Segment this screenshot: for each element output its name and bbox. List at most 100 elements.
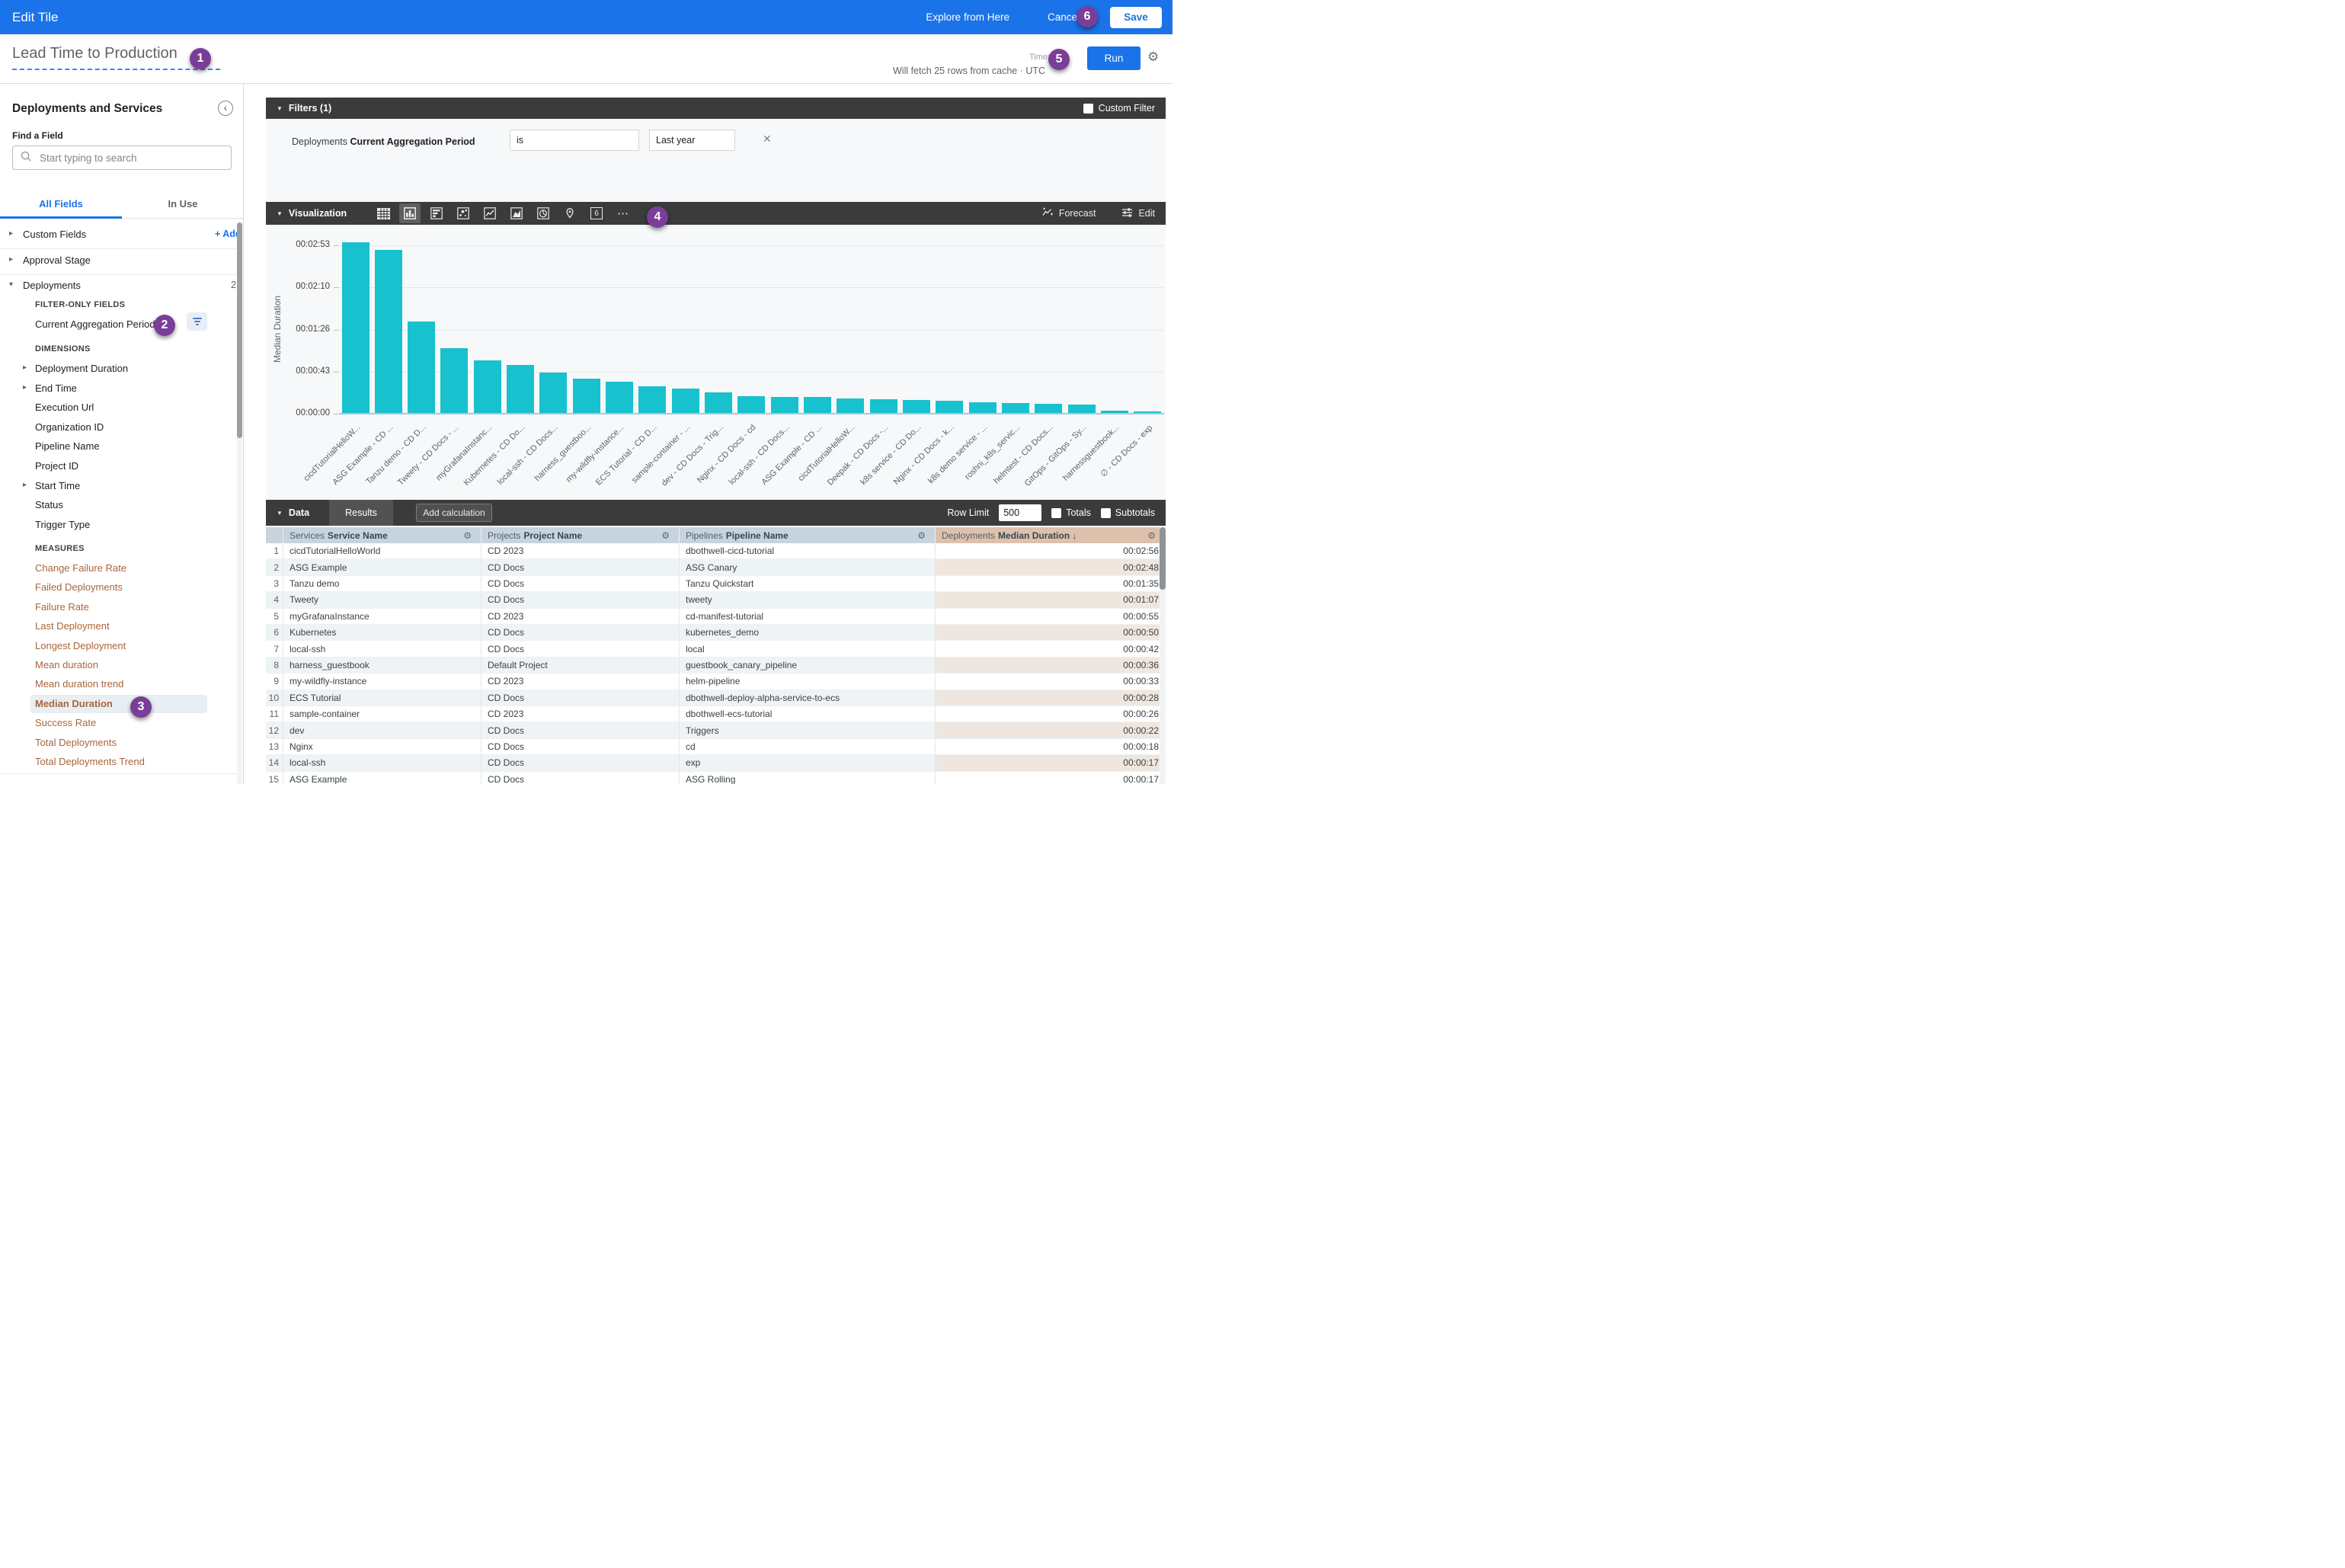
data-header[interactable]: Data: [289, 507, 309, 518]
chart-bar[interactable]: [870, 399, 897, 413]
forecast-button[interactable]: Forecast: [1042, 207, 1096, 219]
column-header-service-name[interactable]: ServicesService Name⚙: [283, 527, 481, 543]
chart-bar[interactable]: [408, 322, 435, 413]
table-cell[interactable]: CD Docs: [481, 739, 680, 755]
measure-median-duration[interactable]: Median Duration: [0, 696, 238, 713]
pie-chart-icon[interactable]: [533, 203, 554, 223]
table-cell[interactable]: CD 2023: [481, 706, 680, 722]
filter-by-field-button[interactable]: [187, 312, 207, 331]
table-cell[interactable]: dbothwell-deploy-alpha-service-to-ecs: [680, 690, 936, 706]
table-cell[interactable]: cd: [680, 739, 936, 755]
remove-filter-icon[interactable]: ✕: [763, 133, 772, 146]
table-cell[interactable]: harness_guestbook: [283, 658, 481, 674]
table-cell[interactable]: dbothwell-cicd-tutorial: [680, 543, 936, 559]
table-cell[interactable]: ASG Example: [283, 772, 481, 784]
bar-chart-icon[interactable]: [426, 203, 447, 223]
chart-bar[interactable]: [1035, 404, 1062, 413]
table-cell[interactable]: CD Docs: [481, 641, 680, 657]
table-cell[interactable]: kubernetes_demo: [680, 625, 936, 641]
caret-down-icon[interactable]: ▼: [277, 105, 283, 112]
area-chart-icon[interactable]: [506, 203, 527, 223]
chart-bar[interactable]: [474, 360, 501, 413]
caret-down-icon[interactable]: ▼: [277, 210, 283, 217]
table-cell[interactable]: dbothwell-ecs-tutorial: [680, 706, 936, 722]
line-chart-icon[interactable]: [479, 203, 501, 223]
table-cell[interactable]: 00:01:35: [936, 576, 1166, 592]
table-cell[interactable]: ASG Rolling: [680, 772, 936, 784]
chart-bar[interactable]: [1134, 411, 1161, 413]
chart-bar[interactable]: [837, 398, 864, 413]
more-charts-icon[interactable]: ⋯: [613, 203, 634, 223]
dimension-pipeline-name[interactable]: Pipeline Name: [0, 439, 238, 456]
table-cell[interactable]: CD Docs: [481, 772, 680, 784]
column-header-median-duration[interactable]: DeploymentsMedian Duration ↓⚙: [936, 527, 1166, 543]
custom-filter-checkbox[interactable]: [1083, 104, 1093, 114]
table-cell[interactable]: CD Docs: [481, 625, 680, 641]
chart-bar[interactable]: [1068, 405, 1096, 413]
table-chart-icon[interactable]: [373, 203, 394, 223]
table-cell[interactable]: 00:00:17: [936, 772, 1166, 784]
table-cell[interactable]: 00:02:48: [936, 559, 1166, 575]
chart-bar[interactable]: [672, 389, 699, 413]
table-cell[interactable]: myGrafanaInstance: [283, 609, 481, 625]
table-cell[interactable]: 00:01:07: [936, 592, 1166, 608]
table-cell[interactable]: cicdTutorialHelloWorld: [283, 543, 481, 559]
dimension-execution-url[interactable]: Execution Url: [0, 400, 238, 417]
dimension-trigger-type[interactable]: Trigger Type: [0, 517, 238, 534]
filter-value-input[interactable]: Last year: [649, 130, 735, 151]
table-cell[interactable]: 00:00:28: [936, 690, 1166, 706]
visualization-header[interactable]: Visualization: [289, 208, 347, 219]
gear-icon[interactable]: ⚙: [1147, 50, 1159, 65]
table-cell[interactable]: 00:00:36: [936, 658, 1166, 674]
caret-right-icon[interactable]: ▸: [9, 229, 13, 238]
table-cell[interactable]: guestbook_canary_pipeline: [680, 658, 936, 674]
table-cell[interactable]: local-ssh: [283, 755, 481, 771]
caret-down-icon[interactable]: ▾: [9, 280, 13, 289]
column-gear-icon[interactable]: ⚙: [1147, 530, 1156, 541]
totals-checkbox[interactable]: [1051, 508, 1061, 518]
map-chart-icon[interactable]: [559, 203, 581, 223]
chart-bar[interactable]: [804, 397, 831, 413]
table-cell[interactable]: dev: [283, 722, 481, 738]
chart-bar[interactable]: [342, 242, 370, 413]
measure-total-deployments-trend[interactable]: Total Deployments Trend: [0, 754, 238, 771]
table-cell[interactable]: local-ssh: [283, 641, 481, 657]
table-cell[interactable]: CD 2023: [481, 674, 680, 690]
measure-failure-rate[interactable]: Failure Rate: [0, 600, 238, 616]
measure-longest-deployment[interactable]: Longest Deployment: [0, 638, 238, 655]
table-cell[interactable]: Triggers: [680, 722, 936, 738]
subtotals-checkbox[interactable]: [1101, 508, 1111, 518]
table-cell[interactable]: tweety: [680, 592, 936, 608]
table-cell[interactable]: CD Docs: [481, 592, 680, 608]
scatter-chart-icon[interactable]: [453, 203, 474, 223]
chart-bar[interactable]: [606, 382, 633, 413]
add-calculation-button[interactable]: Add calculation: [416, 504, 492, 522]
filters-header[interactable]: Filters (1): [289, 103, 331, 114]
caret-right-icon[interactable]: ▸: [23, 481, 27, 489]
table-cell[interactable]: 00:00:26: [936, 706, 1166, 722]
table-cell[interactable]: 00:00:50: [936, 625, 1166, 641]
dimension-start-time[interactable]: ▸Start Time: [0, 478, 238, 495]
measure-mean-duration[interactable]: Mean duration: [0, 658, 238, 674]
chart-bar[interactable]: [573, 379, 600, 413]
measure-total-deployments[interactable]: Total Deployments: [0, 735, 238, 752]
table-cell[interactable]: 00:00:42: [936, 641, 1166, 657]
dimension-project-id[interactable]: Project ID: [0, 459, 238, 475]
cancel-button[interactable]: Cancel: [1048, 11, 1080, 23]
sidebar-group-custom-fields[interactable]: ▸Custom Fields+ Add: [0, 227, 238, 244]
results-tab[interactable]: Results: [329, 500, 393, 526]
chart-bar[interactable]: [1101, 411, 1128, 413]
single-value-icon[interactable]: 6: [586, 203, 607, 223]
chart-bar[interactable]: [737, 396, 765, 413]
chart-bar[interactable]: [705, 392, 732, 413]
table-cell[interactable]: ASG Example: [283, 559, 481, 575]
column-gear-icon[interactable]: ⚙: [661, 530, 670, 541]
save-button[interactable]: Save: [1110, 7, 1162, 28]
table-cell[interactable]: exp: [680, 755, 936, 771]
table-cell[interactable]: Tweety: [283, 592, 481, 608]
column-header-project-name[interactable]: ProjectsProject Name⚙: [481, 527, 680, 543]
table-cell[interactable]: CD Docs: [481, 559, 680, 575]
chart-bar[interactable]: [903, 400, 930, 413]
table-cell[interactable]: CD Docs: [481, 690, 680, 706]
run-button[interactable]: Run: [1087, 46, 1141, 70]
